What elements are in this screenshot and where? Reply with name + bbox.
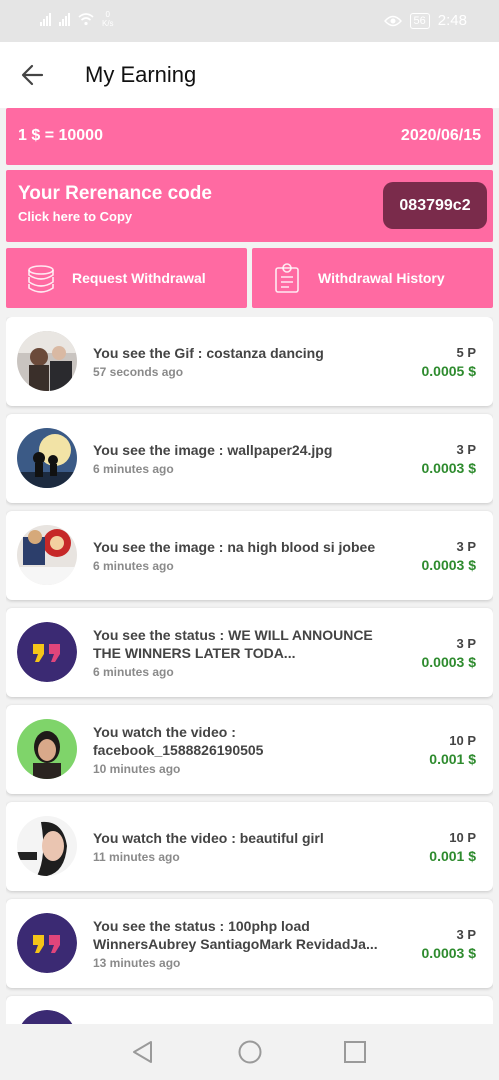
withdrawal-history-button[interactable]: Withdrawal History [252, 248, 493, 308]
withdrawal-history-label: Withdrawal History [318, 270, 445, 286]
recents-square-icon [344, 1041, 366, 1063]
gif-thumbnail [17, 331, 77, 391]
eye-icon [383, 15, 402, 26]
list-item[interactable]: You watch the video : facebook_158882619… [6, 705, 493, 794]
page-title: My Earning [85, 62, 197, 87]
arrow-left-icon [21, 64, 44, 86]
item-usd: 0.0003 $ [421, 556, 477, 573]
app-bar: My Earning [0, 42, 499, 108]
referral-code-card[interactable]: Your Rerenance code Click here to Copy 0… [6, 170, 493, 242]
item-points: 3 P [456, 538, 476, 554]
item-title: You see the image : wallpaper24.jpg [93, 442, 333, 458]
item-time: 11 minutes ago [93, 850, 180, 864]
battery-icon: 56 [409, 12, 430, 29]
item-title: You see the status : WE WILL ANNOUNCE TH… [93, 627, 373, 661]
video-thumbnail [17, 719, 77, 779]
back-triangle-icon [133, 1041, 152, 1063]
item-time: 10 minutes ago [93, 762, 181, 776]
referral-title: Your Rerenance code [18, 183, 212, 204]
item-time: 6 minutes ago [93, 462, 174, 476]
item-time: 57 seconds ago [93, 365, 184, 379]
wifi-icon [78, 13, 94, 26]
back-button[interactable] [18, 60, 50, 90]
quote-icon [17, 1010, 77, 1024]
item-points: 3 P [456, 635, 476, 651]
status-bar: 0 K/s 56 2:48 [0, 0, 499, 42]
list-item[interactable]: You see the image : na high blood si job… [6, 511, 493, 600]
item-title: You see the image : na high blood si job… [93, 539, 376, 555]
copy-hint: Click here to Copy [18, 209, 133, 224]
list-item[interactable]: You watch the video : beautiful girl 11 … [6, 802, 493, 891]
conversion-rate: 1 $ = 10000 [18, 127, 103, 144]
item-usd: 0.0003 $ [421, 653, 477, 670]
request-withdrawal-label: Request Withdrawal [72, 270, 206, 286]
referral-code[interactable]: 083799c2 [383, 182, 487, 229]
item-title: You see the status : 100php load Winners… [93, 918, 378, 952]
video-thumbnail [17, 816, 77, 876]
item-usd: 0.001 $ [429, 847, 476, 864]
item-title: You watch the video : beautiful girl [93, 830, 324, 846]
history-document-icon [275, 263, 299, 293]
network-speed: 0 K/s [102, 10, 114, 28]
item-title: You see the Gif : costanza dancing [93, 345, 324, 361]
item-usd: 0.0003 $ [421, 944, 477, 961]
item-usd: 0.0003 $ [421, 459, 477, 476]
rate-date: 2020/06/15 [400, 127, 481, 144]
clock: 2:48 [437, 12, 467, 29]
coins-icon [28, 265, 54, 293]
signal-icon [59, 12, 70, 26]
list-item[interactable]: You see the image : wallpaper24.jpg 6 mi… [6, 414, 493, 503]
conversion-rate-bar: 1 $ = 10000 2020/06/15 [6, 108, 493, 165]
image-thumbnail [17, 525, 77, 585]
nav-home-button[interactable] [236, 1038, 264, 1066]
quote-icon [17, 913, 77, 973]
request-withdrawal-button[interactable]: Request Withdrawal [6, 248, 247, 308]
item-points: 3 P [456, 441, 476, 457]
item-points: 10 P [449, 829, 476, 845]
item-time: 13 minutes ago [93, 956, 181, 970]
item-usd: 0.001 $ [429, 750, 476, 767]
list-item[interactable]: You see the Gif : costanza dancing 57 se… [6, 317, 493, 406]
image-thumbnail [17, 428, 77, 488]
system-nav-bar [0, 1024, 499, 1080]
list-item[interactable] [6, 996, 493, 1024]
quote-icon [17, 622, 77, 682]
nav-back-button[interactable] [129, 1038, 157, 1066]
item-usd: 0.0005 $ [421, 362, 477, 379]
item-points: 10 P [449, 732, 476, 748]
item-title: You watch the video : facebook_158882619… [93, 724, 264, 758]
item-points: 3 P [456, 926, 476, 942]
list-item[interactable]: You see the status : WE WILL ANNOUNCE TH… [6, 608, 493, 697]
nav-recents-button[interactable] [341, 1038, 369, 1066]
item-points: 5 P [456, 344, 476, 360]
list-item[interactable]: You see the status : 100php load Winners… [6, 899, 493, 988]
signal-icon [40, 12, 51, 26]
item-time: 6 minutes ago [93, 665, 174, 679]
item-time: 6 minutes ago [93, 559, 174, 573]
home-circle-icon [238, 1040, 262, 1064]
earnings-list[interactable]: You see the Gif : costanza dancing 57 se… [6, 317, 493, 1024]
